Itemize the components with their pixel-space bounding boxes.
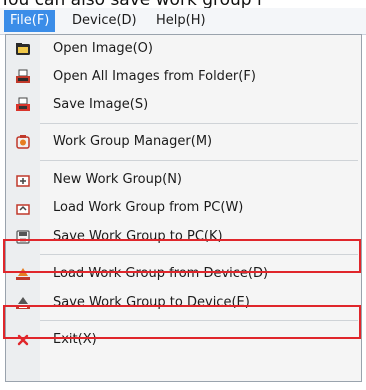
menu-item-load-work-group-device[interactable]: Load Work Group from Device(D)	[6, 260, 361, 288]
work-group-manager-icon	[15, 134, 31, 150]
menu-item-label: Save Work Group to Device(E)	[53, 295, 250, 310]
save-image-icon	[15, 97, 31, 113]
menu-item-label: Save Image(S)	[53, 97, 149, 112]
menu-item-load-work-group-pc[interactable]: Load Work Group from PC(W)	[6, 194, 361, 222]
menu-file[interactable]: File(F)	[4, 10, 56, 32]
menu-separator	[40, 320, 358, 321]
menu-item-label: Open All Images from Folder(F)	[53, 69, 256, 84]
load-from-pc-icon	[15, 200, 31, 216]
menu-item-new-work-group[interactable]: New Work Group(N)	[6, 166, 361, 194]
folder-open-icon	[15, 41, 31, 57]
menu-separator	[40, 254, 358, 255]
save-to-device-icon	[15, 295, 31, 311]
menu-bar: File(F) Device(D) Help(H)	[0, 8, 366, 35]
menu-device[interactable]: Device(D)	[66, 10, 143, 32]
menu-item-label: Work Group Manager(M)	[53, 134, 213, 149]
menu-item-save-image[interactable]: Save Image(S)	[6, 91, 361, 119]
menu-item-label: Load Work Group from Device(D)	[53, 266, 269, 281]
menu-help[interactable]: Help(H)	[150, 10, 212, 32]
menu-item-label: New Work Group(N)	[53, 172, 182, 187]
new-work-group-icon	[15, 172, 31, 188]
file-menu-dropdown: Open Image(O) Open All Images from Folde…	[5, 34, 362, 382]
save-to-pc-icon	[15, 229, 31, 245]
menu-item-label: Exit(X)	[53, 332, 97, 347]
menu-item-work-group-manager[interactable]: Work Group Manager(M)	[6, 128, 361, 156]
menu-item-exit[interactable]: Exit(X)	[6, 326, 361, 354]
folder-images-icon	[15, 69, 31, 85]
menu-separator	[40, 160, 358, 161]
menu-item-open-all-images[interactable]: Open All Images from Folder(F)	[6, 63, 361, 91]
menu-separator	[40, 123, 358, 124]
menu-item-save-work-group-pc[interactable]: Save Work Group to PC(K)	[6, 223, 361, 251]
menu-item-label: Open Image(O)	[53, 41, 153, 56]
menu-item-open-image[interactable]: Open Image(O)	[6, 35, 361, 63]
menu-item-label: Save Work Group to PC(K)	[53, 229, 223, 244]
load-from-device-icon	[15, 266, 31, 282]
exit-icon	[15, 332, 31, 348]
menu-item-save-work-group-device[interactable]: Save Work Group to Device(E)	[6, 289, 361, 317]
menu-item-label: Load Work Group from PC(W)	[53, 200, 244, 215]
